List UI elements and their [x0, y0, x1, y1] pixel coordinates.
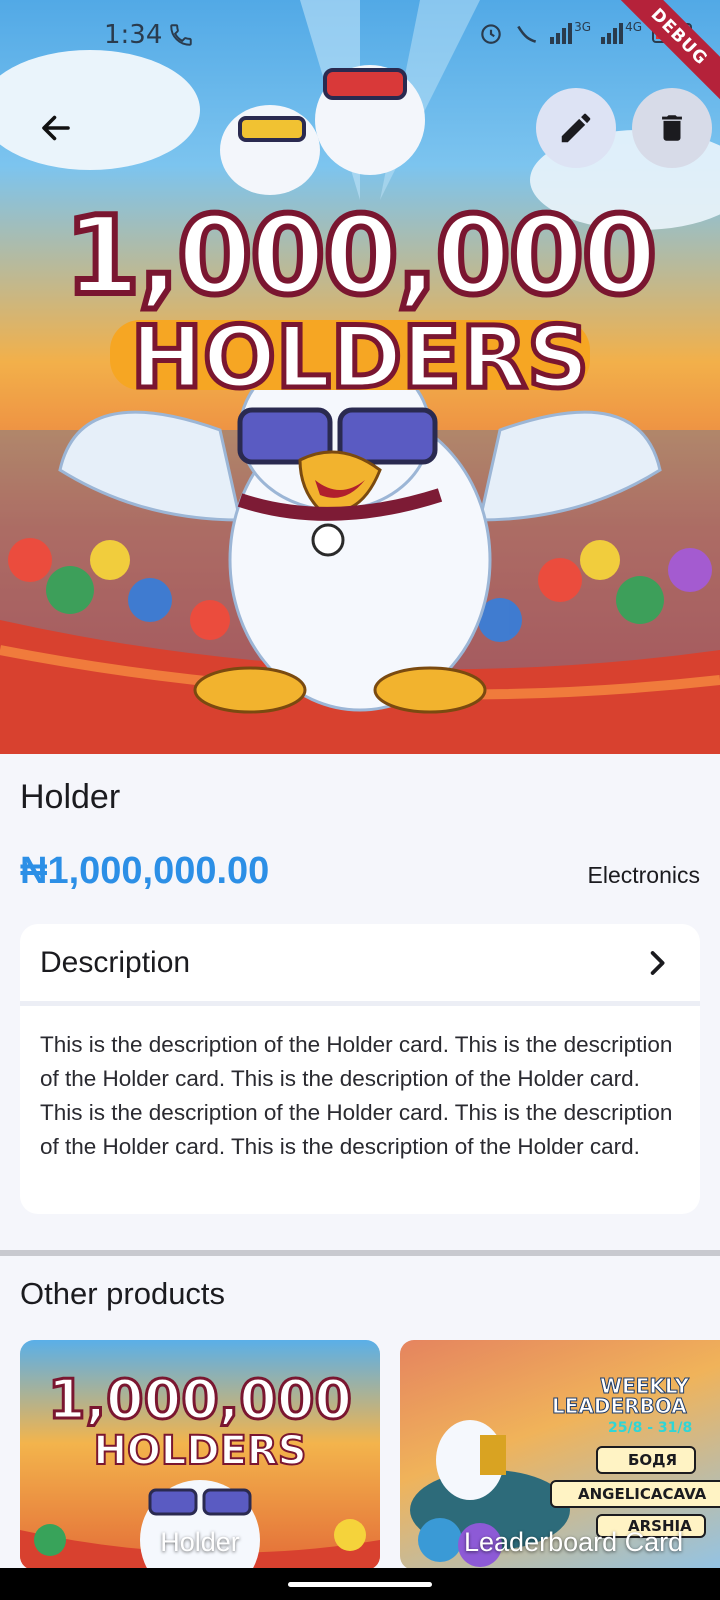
delete-button[interactable] — [632, 88, 712, 168]
product-price: ₦1,000,000.00 — [20, 850, 270, 892]
product-card-label: Leaderboard Card — [464, 1527, 684, 1557]
leaderboard-thumbnail-rank-1: БОДЯ — [596, 1446, 696, 1474]
description-text: This is the description of the Holder ca… — [40, 1032, 673, 1159]
chevron-right-icon — [650, 950, 665, 975]
system-navigation-bar — [0, 1568, 720, 1600]
network-label-3g: 3G — [574, 20, 592, 34]
status-time: 1:34 — [104, 20, 163, 50]
description-header[interactable]: Description — [20, 924, 700, 1006]
status-bar: 1:34 3G 4G DEBUG — [0, 0, 720, 108]
leaderboard-thumbnail-title-2: LEADERBOA — [552, 1394, 688, 1419]
signal-icon-2 — [601, 22, 624, 44]
signal-icon-1 — [550, 22, 573, 44]
alarm-icon — [481, 24, 501, 44]
back-button[interactable] — [28, 100, 84, 156]
arrow-left-icon — [42, 115, 70, 141]
wifi-call-icon — [517, 25, 537, 43]
phone-call-icon — [170, 24, 192, 46]
holder-thumbnail-headline-2: HOLDERS — [92, 1427, 307, 1475]
product-hero-image: 1,000,000 HOLDERS 1:34 3G 4G DEBUG — [0, 0, 720, 754]
product-category: Electronics — [587, 862, 700, 888]
description-card: Description This is the description of t… — [20, 924, 700, 1214]
hero-headline-number: 1,000,000 — [62, 194, 660, 319]
leaderboard-thumbnail-dates: 25/8 - 31/8 — [608, 1420, 693, 1436]
trash-icon — [662, 115, 682, 141]
leaderboard-thumbnail-rank-2: ANGELICACAVA — [550, 1480, 720, 1508]
product-card-holder[interactable]: 1,000,000 HOLDERS Holder — [20, 1340, 380, 1570]
description-title: Description — [40, 945, 191, 979]
other-products-title: Other products — [20, 1276, 226, 1311]
section-divider — [0, 1250, 720, 1256]
network-label-4g: 4G — [625, 20, 642, 34]
holder-thumbnail-headline-1: 1,000,000 — [46, 1367, 353, 1433]
home-gesture-handle[interactable] — [288, 1582, 432, 1587]
hero-headline-word: HOLDERS — [128, 308, 591, 409]
product-card-label: Holder — [160, 1527, 240, 1557]
edit-button[interactable] — [536, 88, 616, 168]
product-name: Holder — [20, 778, 121, 816]
product-card-leaderboard[interactable]: WEEKLY LEADERBOA 25/8 - 31/8 БОДЯ ANGELI… — [400, 1340, 720, 1570]
pencil-icon — [561, 113, 591, 143]
